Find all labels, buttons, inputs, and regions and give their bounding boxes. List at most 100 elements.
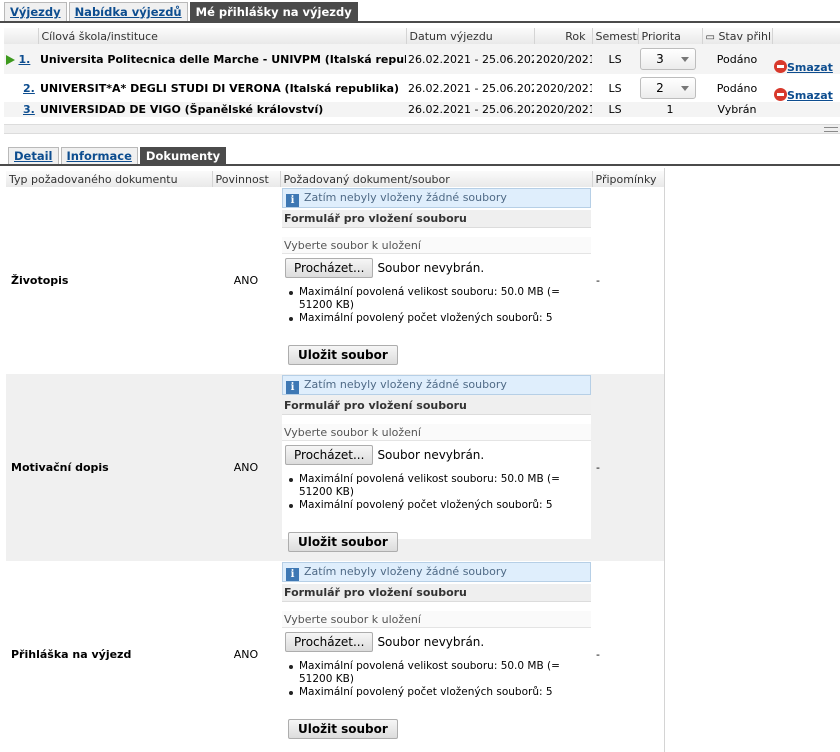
tab-detail[interactable]: Detail [8,147,59,165]
resize-grip-icon[interactable] [824,127,838,132]
date-range: 26.02.2021 - 25.06.2021 [406,102,534,117]
row-number-link[interactable]: 3. [23,103,35,116]
delete-icon[interactable] [774,88,787,101]
comment-icon: ▭ [705,31,715,43]
limit-size: Maximální povolená velikost souboru: 50.… [289,286,591,312]
panel-splitter[interactable] [4,124,840,134]
document-type: Životopis [11,274,69,287]
priority-value: 1 [638,102,702,117]
limit-size: Maximální povolená velikost souboru: 50.… [289,473,591,499]
document-notes: - [596,274,600,287]
selected-file-text: Soubor nevybrán. [377,261,485,275]
file-input-row: Procházet... Soubor nevybrán. [282,632,591,654]
priority-cell: 2 [638,74,702,102]
tab-informace[interactable]: Informace [60,147,138,165]
application-status: Podáno [716,81,758,95]
info-icon: i [286,194,299,207]
browse-button[interactable]: Procházet... [285,632,374,652]
header-year: Rok [534,28,593,44]
priority-select[interactable]: 3 [640,48,696,70]
academic-year: 2020/2021 [536,81,592,95]
document-type: Přihláška na výjezd [11,648,132,661]
row-number-link[interactable]: 2. [23,82,35,95]
header-doc-type: Typ požadovaného dokumentu [6,171,213,187]
priority-select[interactable]: 2 [640,77,696,99]
no-files-notice: i Zatím nebyly vloženy žádné soubory [282,562,591,582]
document-notes: - [592,374,664,561]
selected-file-text: Soubor nevybrán. [377,448,485,462]
applications-table: Cílová škola/instituce Datum výjezdu Rok… [4,28,840,117]
limit-count: Maximální povolený počet vložených soubo… [289,312,591,325]
tab-vyjezdy[interactable]: Výjezdy [4,2,67,22]
priority-cell: 3 [638,44,702,74]
documents-table: Typ požadovaného dokumentu Povinnost Pož… [6,171,665,748]
file-input-row: Procházet... Soubor nevybrán. [282,258,591,280]
no-files-text: Zatím nebyly vloženy žádné soubory [304,191,507,204]
tab-me-prihlasky[interactable]: Mé přihlášky na výjezdy [189,2,358,22]
table-row: 2. UNIVERSIT*A* DEGLI STUDI DI VERONA (I… [4,74,840,102]
document-notes: - [596,648,600,661]
tab-dokumenty[interactable]: Dokumenty [139,147,227,165]
file-input-row: Procházet... Soubor nevybrán. [282,445,591,467]
upload-limits: Maximální povolená velikost souboru: 50.… [282,286,591,325]
save-file-button[interactable]: Uložit soubor [288,532,398,552]
row-marker: 3. [4,102,38,117]
upload-form: Formulář pro vložení souboru Vyberte sou… [282,584,591,739]
header-status: ▭ Stav přihl. [702,28,773,44]
header-file: Požadovaný dokument/soubor [280,171,593,187]
document-row: Životopis ANO i Zatím nebyly vloženy žádn… [6,187,664,374]
no-files-text: Zatím nebyly vloženy žádné soubory [304,565,507,578]
document-type: Motivační dopis [6,374,212,561]
info-icon: i [286,381,299,394]
delete-icon[interactable] [774,60,787,73]
subtab-underline [0,164,840,166]
delete-cell: Smazat [772,44,840,74]
semester: LS [592,102,638,117]
header-semester: Semestr [592,28,639,44]
priority-value: 3 [656,52,664,66]
institution-name: Universita Politecnica delle Marche - UN… [38,44,406,74]
academic-year: 2020/2021 [534,102,592,117]
header-institution: Cílová škola/instituce [38,28,407,44]
choose-file-label: Vyberte soubor k uložení [282,611,591,628]
academic-year: 2020/2021 [534,44,592,74]
choose-file-label: Vyberte soubor k uložení [282,237,591,254]
no-files-notice: i Zatím nebyly vloženy žádné soubory [282,375,591,395]
upload-cell: i Zatím nebyly vloženy žádné soubory Form… [280,374,592,561]
current-row-arrow-icon [6,54,15,65]
row-marker: 1. [4,44,38,74]
choose-file-label: Vyberte soubor k uložení [282,424,591,441]
date-range: 26.02.2021 - 25.06.2021 [408,81,534,95]
delete-link[interactable]: Smazat [787,61,833,74]
table-row: 1. Universita Politecnica delle Marche -… [4,44,840,74]
document-required: ANO [233,274,259,287]
delete-link[interactable]: Smazat [787,89,833,102]
header-required: Povinnost [212,171,281,187]
header-actions [772,28,840,44]
semester: LS [608,81,622,95]
upload-cell: i Zatím nebyly vloženy žádné soubory Form… [280,187,592,374]
institution-name: UNIVERSIT*A* DEGLI STUDI DI VERONA (Ital… [40,81,400,95]
delete-cell [772,102,840,117]
document-required: ANO [233,648,259,661]
header-date: Datum výjezdu [406,28,535,44]
browse-button[interactable]: Procházet... [285,258,374,278]
priority-value: 2 [656,81,664,95]
upload-form: Formulář pro vložení souboru Vyberte sou… [282,210,591,365]
institution-name: UNIVERSIDAD DE VIGO (Španělské královstv… [38,102,406,117]
browse-button[interactable]: Procházet... [285,445,374,465]
date-range: 26.02.2021 - 25.06.2021 [406,44,534,74]
row-marker: 2. [4,74,38,102]
top-tabs: Výjezdy Nabídka výjezdů Mé přihlášky na … [4,2,360,22]
upload-form-title: Formulář pro vložení souboru [282,584,591,602]
header-status-label: Stav přihl. [718,29,772,43]
save-file-button[interactable]: Uložit soubor [288,345,398,365]
row-number-link[interactable]: 1. [19,53,31,66]
tab-nabidka-vyjezdu[interactable]: Nabídka výjezdů [68,2,188,22]
no-files-notice: i Zatím nebyly vloženy žádné soubory [282,188,591,208]
limit-count: Maximální povolený počet vložených soubo… [289,499,591,512]
table-row: 3. UNIVERSIDAD DE VIGO (Španělské králov… [4,102,840,117]
table-right-border [664,168,665,752]
save-file-button[interactable]: Uložit soubor [288,719,398,739]
upload-limits: Maximální povolená velikost souboru: 50.… [282,473,591,512]
